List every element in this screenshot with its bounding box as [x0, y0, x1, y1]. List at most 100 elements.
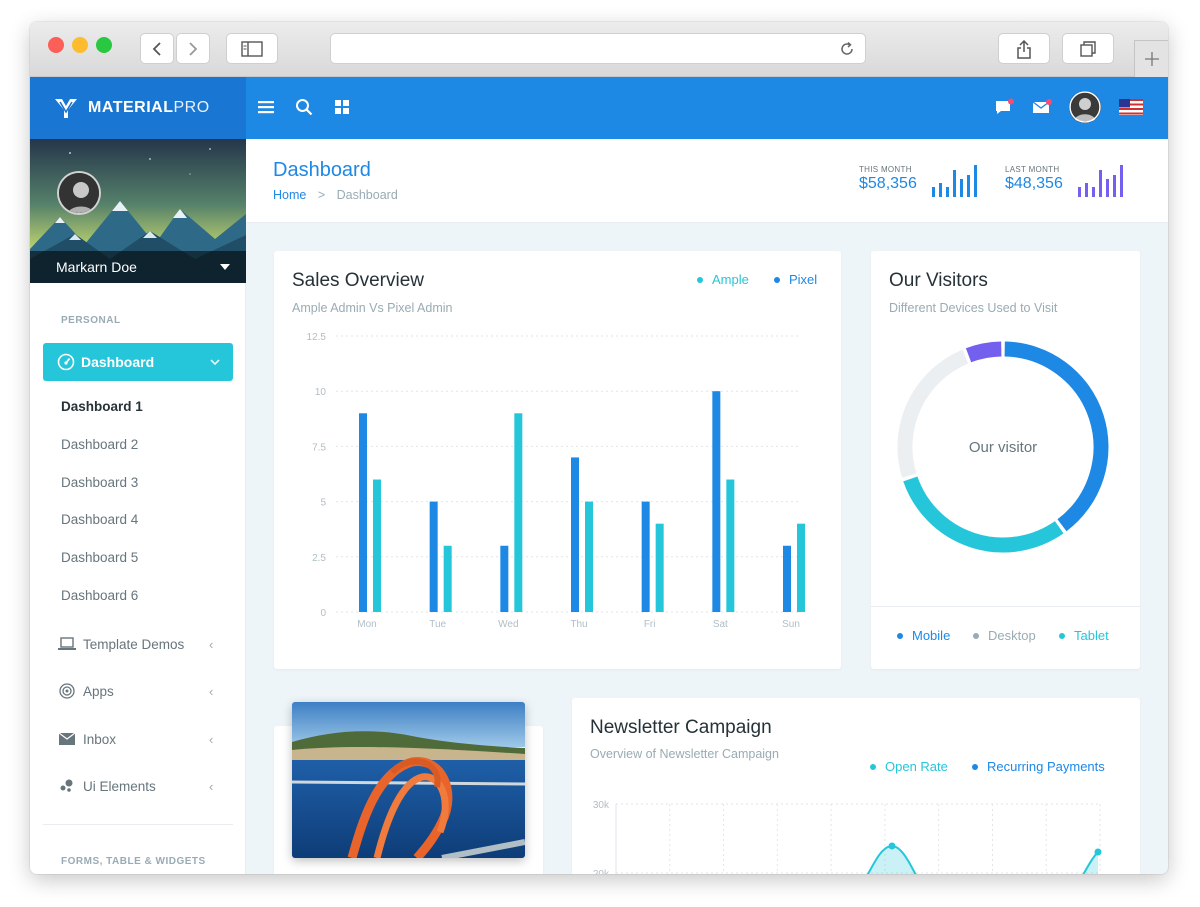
- sales-overview-card: Sales Overview Ample Admin Vs Pixel Admi…: [274, 251, 841, 669]
- boat-rope-photo: [292, 702, 525, 858]
- sparkline-bar: [1092, 187, 1095, 197]
- bar-ample[interactable]: [655, 523, 664, 612]
- breadcrumb-home[interactable]: Home: [273, 188, 306, 202]
- logo[interactable]: MATERIALPRO: [30, 77, 246, 139]
- bar-ample[interactable]: [443, 545, 452, 612]
- menu-icon[interactable]: [253, 94, 279, 120]
- x-tick-label: Thu: [570, 619, 587, 630]
- bar-ample[interactable]: [514, 413, 523, 612]
- maximize-window-button[interactable]: [96, 37, 112, 53]
- search-icon[interactable]: [291, 94, 317, 120]
- bar-ample[interactable]: [797, 523, 805, 612]
- target-icon: [57, 683, 77, 699]
- bar-ample[interactable]: [373, 479, 381, 612]
- chevron-left-icon: ‹: [209, 778, 214, 794]
- this-month-value: $58,356: [859, 175, 917, 192]
- y-tick-label: 2.5: [312, 553, 326, 564]
- bar-pixel[interactable]: [500, 545, 509, 612]
- y-tick-label: 7.5: [312, 442, 326, 453]
- y-tick-label: 12.5: [307, 332, 327, 343]
- bar-pixel[interactable]: [641, 501, 650, 612]
- sidebar: Markarn Doe PERSONAL Dashboard Dashboard…: [30, 139, 246, 874]
- last-month-label: LAST MONTH: [1005, 165, 1060, 174]
- bar-pixel[interactable]: [359, 413, 367, 612]
- sparkline-bar: [932, 187, 935, 197]
- browser-window: MATERIALPRO Markarn Doe PERSONAL Dashboa…: [30, 22, 1168, 874]
- x-tick-label: Fri: [644, 619, 656, 630]
- bar-pixel[interactable]: [783, 545, 791, 612]
- nav-caption-personal: PERSONAL: [61, 315, 121, 326]
- tabs-icon: [1080, 40, 1096, 57]
- message-icon[interactable]: [991, 94, 1017, 120]
- legend-tablet: Tablet: [1059, 628, 1109, 643]
- area-open-rate: [867, 846, 916, 874]
- this-month-stat: THIS MONTH $58,356: [859, 165, 917, 193]
- visitors-donut-chart: Our visitor: [897, 341, 1109, 553]
- topbar: MATERIALPRO: [30, 77, 1168, 139]
- sparkline-bar: [1106, 179, 1109, 197]
- address-bar[interactable]: [330, 33, 866, 64]
- breadcrumb-separator: >: [317, 188, 326, 202]
- brand-name: MATERIALPRO: [88, 99, 210, 117]
- reload-icon[interactable]: [839, 41, 855, 57]
- sidebar-item-apps[interactable]: Apps ‹: [57, 683, 217, 699]
- bar-pixel[interactable]: [712, 391, 721, 612]
- new-tab-button[interactable]: [1134, 40, 1168, 77]
- mail-icon: [57, 731, 77, 747]
- bar-ample[interactable]: [726, 479, 735, 612]
- nav-caption-forms: FORMS, TABLE & WIDGETS: [61, 856, 206, 867]
- us-flag-icon[interactable]: [1118, 94, 1144, 120]
- sidebar-item-dashboard[interactable]: Dashboard: [43, 343, 233, 381]
- this-month-label: THIS MONTH: [859, 165, 912, 174]
- legend-label: Desktop: [988, 628, 1036, 643]
- donut-slice-desktop[interactable]: [897, 349, 969, 478]
- sparkline-bar: [1113, 175, 1116, 197]
- submenu-dashboard-4[interactable]: Dashboard 4: [61, 512, 138, 527]
- donut-slice-other[interactable]: [965, 341, 1002, 363]
- minimize-window-button[interactable]: [72, 37, 88, 53]
- chevron-left-icon: ‹: [209, 636, 214, 652]
- donut-slice-tablet[interactable]: [903, 476, 1064, 553]
- submenu-dashboard-5[interactable]: Dashboard 5: [61, 550, 138, 565]
- x-tick-label: Wed: [498, 619, 518, 630]
- bar-pixel[interactable]: [571, 457, 579, 612]
- share-button[interactable]: [998, 33, 1050, 64]
- submenu-dashboard-2[interactable]: Dashboard 2: [61, 437, 138, 452]
- brand-bold: MATERIAL: [88, 99, 174, 116]
- chevron-down-icon: [210, 359, 220, 365]
- legend-desktop: Desktop: [973, 628, 1036, 643]
- data-point[interactable]: [888, 842, 896, 850]
- apps-grid-icon[interactable]: [329, 94, 355, 120]
- breadcrumb-current: Dashboard: [336, 188, 398, 202]
- donut-slice-mobile[interactable]: [1004, 341, 1109, 532]
- share-icon: [1017, 39, 1031, 59]
- sales-bar-chart: 0 2.5 5 7.5 10 12.5 Mon Tue Wed Thu Fri Sat Sun: [307, 332, 805, 630]
- sidebar-toggle-button[interactable]: [226, 33, 278, 64]
- bar-ample[interactable]: [585, 501, 593, 612]
- tabs-overview-button[interactable]: [1062, 33, 1114, 64]
- submenu-dashboard-1[interactable]: Dashboard 1: [61, 399, 143, 414]
- submenu-dashboard-6[interactable]: Dashboard 6: [61, 588, 138, 603]
- data-point[interactable]: [1094, 848, 1102, 856]
- close-window-button[interactable]: [48, 37, 64, 53]
- sparkline-bar: [939, 183, 942, 197]
- sidebar-item-label: Template Demos: [83, 636, 185, 652]
- profile-name-bar[interactable]: Markarn Doe: [30, 251, 246, 283]
- legend-mobile: Mobile: [897, 628, 950, 643]
- submenu-dashboard-3[interactable]: Dashboard 3: [61, 475, 138, 490]
- sidebar-item-label: Ui Elements: [83, 778, 156, 794]
- last-month-sparkline: [1078, 163, 1123, 197]
- caret-down-icon: [220, 264, 230, 270]
- mail-icon[interactable]: [1029, 94, 1055, 120]
- y-tick-label: 20k: [593, 869, 610, 874]
- sidebar-item-inbox[interactable]: Inbox ‹: [57, 731, 217, 747]
- profile-banner: Markarn Doe: [30, 139, 246, 283]
- sidebar-item-ui-elements[interactable]: Ui Elements ‹: [57, 778, 217, 794]
- profile-avatar[interactable]: [57, 171, 101, 215]
- bar-pixel[interactable]: [429, 501, 438, 612]
- avatar[interactable]: [1069, 91, 1101, 123]
- back-button[interactable]: [140, 33, 174, 64]
- sidebar-icon: [241, 40, 263, 57]
- forward-button[interactable]: [176, 33, 210, 64]
- sidebar-item-template-demos[interactable]: Template Demos ‹: [57, 636, 217, 652]
